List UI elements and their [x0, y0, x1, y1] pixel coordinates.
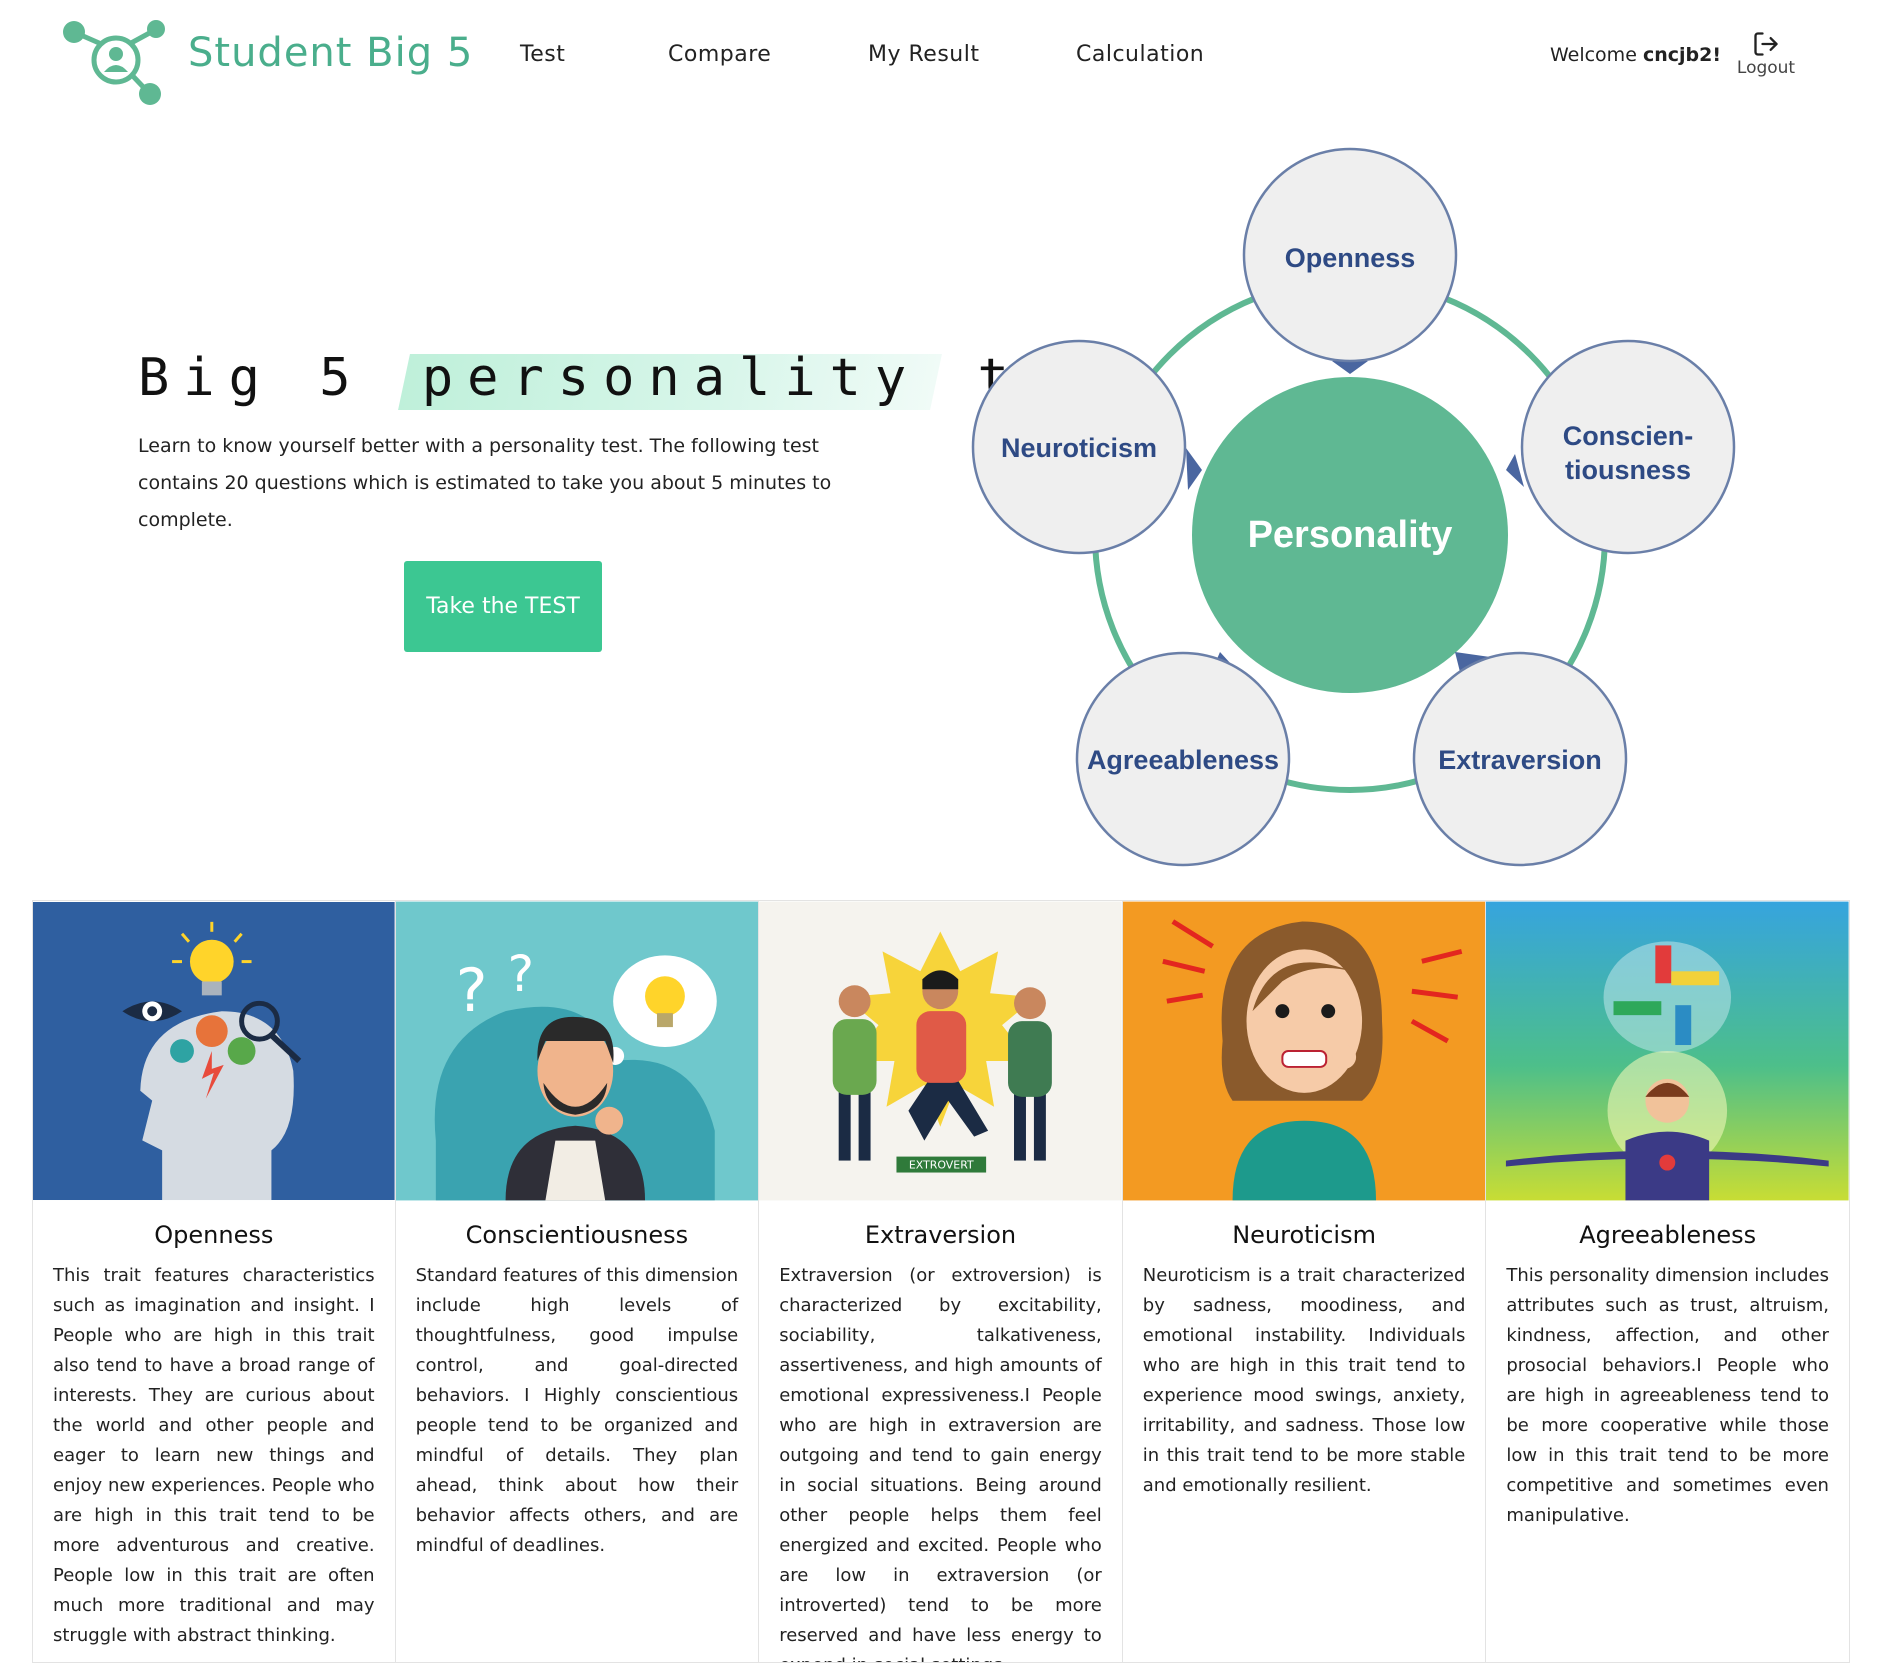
diagram-center-label: Personality: [1248, 514, 1453, 556]
logout-button[interactable]: Logout: [1731, 30, 1801, 78]
card-text-neuroticism: Neuroticism is a trait characterized by …: [1142, 1265, 1466, 1496]
logout-icon: [1754, 32, 1778, 56]
openness-head-illustration: [33, 901, 395, 1201]
hero-title-prefix: Big 5: [138, 348, 365, 408]
pointer-neuroticism: [1186, 448, 1202, 490]
card-title-neuroticism: Neuroticism: [1232, 1221, 1376, 1249]
node-label-extraversion: Extraversion: [1438, 745, 1602, 775]
node-label-conscientiousness-2: tiousness: [1565, 455, 1691, 485]
extraversion-dancing-people-illustration: EXTROVERT: [759, 901, 1122, 1201]
card-title-conscientiousness: Conscientiousness: [465, 1221, 689, 1249]
welcome-message: Welcome cncjb2!: [1550, 44, 1721, 66]
nav-link-calculation[interactable]: Calculation: [1076, 42, 1204, 67]
nav-link-test[interactable]: Test: [520, 42, 565, 67]
conscientiousness-thinking-man-illustration: ? ?: [395, 901, 759, 1201]
card-text-agreeableness: This personality dimension includes attr…: [1506, 1265, 1829, 1526]
welcome-prefix: Welcome: [1549, 44, 1637, 66]
pointer-conscientiousness: [1506, 454, 1524, 487]
card-conscientiousness: ? ? Conscientiousness Standard features …: [395, 900, 760, 1663]
neuroticism-anxious-woman-illustration: [1122, 901, 1486, 1201]
diagram-node-openness: Openness: [1242, 147, 1458, 363]
extrovert-badge: EXTROVERT: [909, 1159, 974, 1172]
top-navbar: Student Big 5 Test Compare My Result Cal…: [0, 0, 1887, 120]
nav-link-compare[interactable]: Compare: [668, 42, 771, 67]
node-label-neuroticism: Neuroticism: [1001, 433, 1157, 463]
card-extraversion: EXTROVERT Extraversion Extraversion (or …: [759, 900, 1123, 1663]
card-text-extraversion: Extraversion (or extroversion) is charac…: [779, 1265, 1102, 1662]
logout-label: Logout: [1736, 58, 1796, 78]
card-text-openness: This trait features characteristics such…: [53, 1265, 375, 1646]
svg-text:?: ?: [507, 945, 533, 1003]
network-user-logo-icon[interactable]: [60, 18, 170, 106]
diagram-node-agreeableness: Agreeableness: [1075, 651, 1291, 867]
big5-diagram: Personality Openness Conscien- tiousness…: [971, 147, 1736, 867]
card-openness: Openness This trait features characteris…: [32, 900, 396, 1663]
agreeableness-helping-hands-illustration: [1486, 901, 1849, 1201]
card-title-openness: Openness: [154, 1221, 274, 1249]
card-agreeableness: Agreeableness This personality dimension…: [1486, 900, 1850, 1663]
node-label-openness: Openness: [1285, 243, 1416, 273]
diagram-node-neuroticism: Neuroticism: [971, 339, 1187, 555]
username: cncjb2!: [1642, 44, 1721, 66]
card-title-agreeableness: Agreeableness: [1579, 1221, 1757, 1249]
hero-description: Learn to know yourself better with a per…: [138, 435, 832, 531]
diagram-node-conscientiousness: Conscien- tiousness: [1520, 339, 1736, 555]
take-test-button[interactable]: Take the TEST: [404, 561, 602, 652]
svg-text:?: ?: [455, 957, 487, 1026]
card-title-extraversion: Extraversion: [864, 1221, 1017, 1249]
node-label-agreeableness: Agreeableness: [1087, 745, 1279, 775]
hero-title-highlight: personality: [410, 348, 932, 408]
diagram-node-extraversion: Extraversion: [1412, 651, 1628, 867]
card-text-conscientiousness: Standard features of this dimension incl…: [415, 1265, 739, 1556]
card-neuroticism: Neuroticism Neuroticism is a trait chara…: [1122, 900, 1487, 1663]
pointer-openness: [1332, 361, 1368, 374]
nav-link-my-result[interactable]: My Result: [868, 42, 979, 67]
trait-cards: Openness This trait features characteris…: [32, 900, 1850, 1663]
node-label-conscientiousness-1: Conscien-: [1563, 421, 1694, 451]
brand-name[interactable]: Student Big 5: [188, 30, 473, 76]
